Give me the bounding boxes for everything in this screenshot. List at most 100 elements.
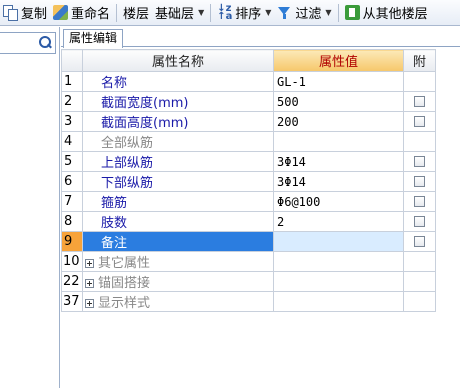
- copy-button[interactable]: 复制: [0, 2, 50, 24]
- property-name: 箍筋: [82, 191, 274, 212]
- group-name-cell: 显示样式: [82, 291, 274, 312]
- attach-cell: [403, 251, 436, 272]
- property-name: 上部纵筋: [82, 151, 274, 172]
- property-name: 名称: [82, 71, 274, 92]
- table-row[interactable]: 1 名称 GL-1: [61, 71, 436, 92]
- attach-checkbox[interactable]: [414, 216, 425, 227]
- header-attach[interactable]: 附: [403, 49, 436, 72]
- header-row-number: [61, 49, 83, 72]
- attach-cell: [403, 71, 436, 92]
- row-number: 37: [61, 291, 83, 312]
- property-name: 全部纵筋: [82, 131, 274, 152]
- header-property-name[interactable]: 属性名称: [82, 49, 274, 72]
- row-number: 1: [61, 71, 83, 92]
- property-name: 下部纵筋: [82, 171, 274, 192]
- table-row-selected[interactable]: 9 备注: [61, 231, 436, 252]
- chevron-down-icon: ▼: [325, 8, 332, 17]
- row-number: 9: [61, 231, 83, 252]
- attach-checkbox[interactable]: [414, 96, 425, 107]
- table-row[interactable]: 6 下部纵筋 3Φ14: [61, 171, 436, 192]
- toolbar: 复制 重命名 楼层 基础层 ▼ ↓z ↑a 排序 ▼ 过滤 ▼ 从其他楼层: [0, 0, 460, 26]
- tab-bar: 属性编辑: [61, 27, 460, 48]
- sort-label: 排序: [235, 7, 262, 22]
- property-value[interactable]: 200: [273, 111, 404, 132]
- rename-icon: [53, 5, 69, 20]
- group-row[interactable]: 22 锚固搭接: [61, 271, 436, 292]
- import-icon: [344, 5, 360, 20]
- table-row[interactable]: 3 截面高度(mm) 200: [61, 111, 436, 132]
- chevron-down-icon: ▼: [265, 8, 272, 17]
- row-number: 6: [61, 171, 83, 192]
- property-value[interactable]: 500: [273, 91, 404, 112]
- table-row[interactable]: 7 箍筋 Φ6@100: [61, 191, 436, 212]
- expand-plus-icon[interactable]: [85, 299, 94, 308]
- chevron-down-icon: ▼: [198, 8, 205, 17]
- table-row[interactable]: 8 肢数 2: [61, 211, 436, 232]
- header-property-value[interactable]: 属性值: [273, 49, 404, 72]
- expand-plus-icon[interactable]: [85, 279, 94, 288]
- property-grid: 属性名称 属性值 附 1 名称 GL-1 2 截面宽度(mm) 500 3 截面…: [61, 49, 460, 388]
- search-box: [0, 32, 56, 54]
- group-name: 显示样式: [98, 296, 151, 311]
- attach-checkbox[interactable]: [414, 156, 425, 167]
- property-value[interactable]: [273, 231, 404, 252]
- row-number: 3: [61, 111, 83, 132]
- attach-cell: [403, 211, 436, 232]
- property-value: [273, 251, 404, 272]
- property-value[interactable]: Φ6@100: [273, 191, 404, 212]
- property-value[interactable]: [273, 131, 404, 152]
- property-name: 肢数: [82, 211, 274, 232]
- copy-label: 复制: [21, 7, 48, 22]
- toolbar-separator: [337, 3, 339, 22]
- search-icon[interactable]: [37, 35, 53, 51]
- sort-button[interactable]: ↓z ↑a 排序 ▼: [214, 2, 274, 24]
- group-row[interactable]: 10 其它属性: [61, 251, 436, 272]
- sort-icon: ↓z ↑a: [217, 3, 233, 22]
- property-value: [273, 291, 404, 312]
- attach-checkbox[interactable]: [414, 196, 425, 207]
- attach-cell: [403, 111, 436, 132]
- attach-checkbox[interactable]: [414, 176, 425, 187]
- table-row[interactable]: 4 全部纵筋: [61, 131, 436, 152]
- rename-label: 重命名: [71, 7, 111, 22]
- attach-cell: [403, 131, 436, 152]
- tab-property-edit[interactable]: 属性编辑: [63, 29, 124, 48]
- attach-cell: [403, 151, 436, 172]
- row-number: 2: [61, 91, 83, 112]
- expand-plus-icon[interactable]: [85, 259, 94, 268]
- floor-dropdown[interactable]: 基础层 ▼: [152, 2, 207, 24]
- floor-label: 楼层: [123, 7, 150, 22]
- property-value[interactable]: 3Φ14: [273, 151, 404, 172]
- attach-checkbox[interactable]: [414, 116, 425, 127]
- group-name: 锚固搭接: [98, 276, 151, 291]
- table-row[interactable]: 2 截面宽度(mm) 500: [61, 91, 436, 112]
- attach-cell: [403, 91, 436, 112]
- group-row[interactable]: 37 显示样式: [61, 291, 436, 312]
- filter-label: 过滤: [295, 7, 322, 22]
- property-value[interactable]: 3Φ14: [273, 171, 404, 192]
- component-list-panel: [0, 27, 60, 388]
- floor-value: 基础层: [155, 7, 195, 22]
- search-input[interactable]: [0, 33, 32, 53]
- floor-label-item: 楼层: [120, 2, 152, 24]
- property-name: 截面宽度(mm): [82, 91, 274, 112]
- row-number: 10: [61, 251, 83, 272]
- attach-cell: [403, 291, 436, 312]
- row-number: 4: [61, 131, 83, 152]
- attach-checkbox[interactable]: [414, 236, 425, 247]
- filter-icon: [277, 5, 292, 20]
- property-value[interactable]: 2: [273, 211, 404, 232]
- import-label: 从其他楼层: [362, 7, 428, 22]
- filter-button[interactable]: 过滤 ▼: [274, 2, 334, 24]
- property-value[interactable]: GL-1: [273, 71, 404, 92]
- row-number: 8: [61, 211, 83, 232]
- import-from-floor-button[interactable]: 从其他楼层: [342, 2, 431, 24]
- rename-button[interactable]: 重命名: [50, 2, 113, 24]
- table-row[interactable]: 5 上部纵筋 3Φ14: [61, 151, 436, 172]
- property-value: [273, 271, 404, 292]
- group-name-cell: 锚固搭接: [82, 271, 274, 292]
- attach-cell: [403, 191, 436, 212]
- row-number: 5: [61, 151, 83, 172]
- attach-cell: [403, 171, 436, 192]
- property-name: 截面高度(mm): [82, 111, 274, 132]
